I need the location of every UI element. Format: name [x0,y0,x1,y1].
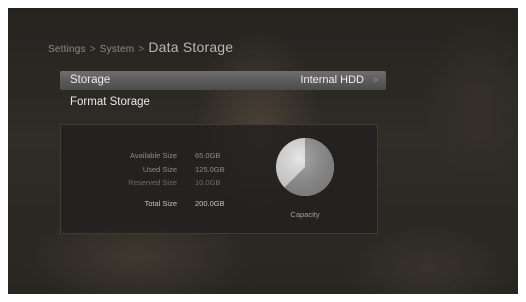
chevron-right-icon: > [372,75,378,85]
breadcrumb-separator: > [89,44,96,55]
breadcrumb-system: System [99,44,135,55]
reserved-size-label: Reserved Size [128,178,177,187]
storage-menu-item[interactable]: Storage Internal HDD > [60,71,386,90]
total-size-value: 200.0GB [195,199,225,208]
total-size-label: Total Size [144,199,177,208]
format-storage-menu-item[interactable]: Format Storage [60,93,386,112]
available-size-label: Available Size [130,151,177,160]
format-storage-label: Format Storage [70,96,150,108]
breadcrumb: Settings > System > Data Storage [48,39,233,55]
used-size-value: 125.0GB [195,165,225,174]
storage-info-panel: Available Size 65.0GB Used Size 125.0GB … [60,124,378,234]
available-size-value: 65.0GB [195,151,221,160]
tv-screen: Settings > System > Data Storage Storage Int… [8,8,518,294]
capacity-label: Capacity [290,210,320,219]
storage-label: Storage [70,74,111,86]
capacity-pie-chart [276,138,334,196]
breadcrumb-separator: > [138,44,145,55]
breadcrumb-settings: Settings [48,44,86,55]
pie-shading [276,138,334,196]
used-size-label: Used Size [142,165,177,174]
reserved-size-value: 10.0GB [195,178,221,187]
page-title: Data Storage [148,39,234,55]
storage-value: Internal HDD [300,74,364,86]
